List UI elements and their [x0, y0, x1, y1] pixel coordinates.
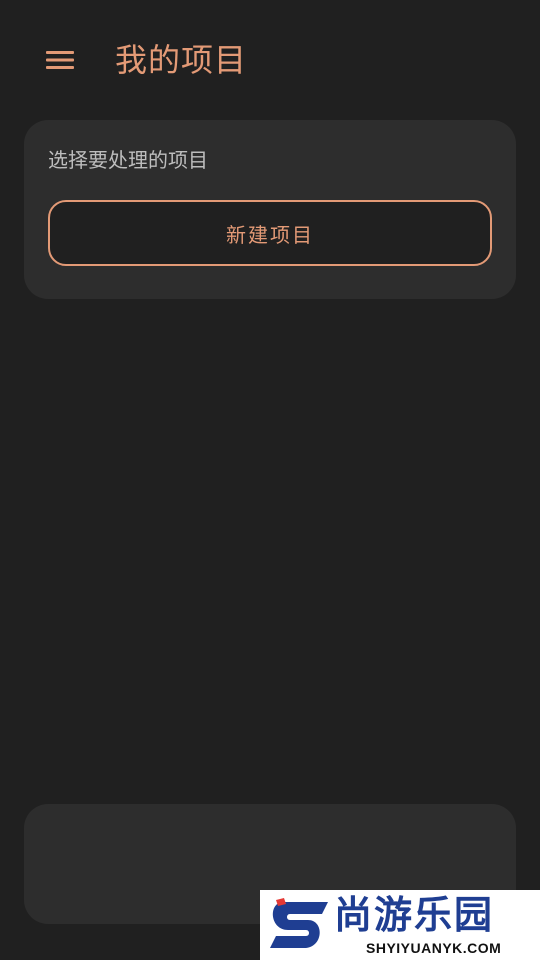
watermark-brand-name: 尚游乐园 — [334, 893, 495, 937]
page-title: 我的项目 — [115, 41, 248, 79]
hamburger-menu-icon — [46, 51, 74, 69]
project-selection-card: 选择要处理的项目 新建项目 — [24, 120, 516, 299]
s-logo-icon — [270, 898, 328, 948]
new-project-button[interactable]: 新建项目 — [48, 200, 492, 266]
site-watermark: 尚游乐园 SHYIYUANYK.COM — [260, 890, 540, 960]
app-bar: 我的项目 — [0, 0, 540, 120]
projects-screen: 我的项目 选择要处理的项目 新建项目 尚游乐园 SHYIYUANYK.COM — [0, 0, 540, 960]
menu-button[interactable] — [40, 44, 80, 76]
select-project-prompt: 选择要处理的项目 — [48, 148, 208, 172]
watermark-domain: SHYIYUANYK.COM — [366, 940, 502, 956]
